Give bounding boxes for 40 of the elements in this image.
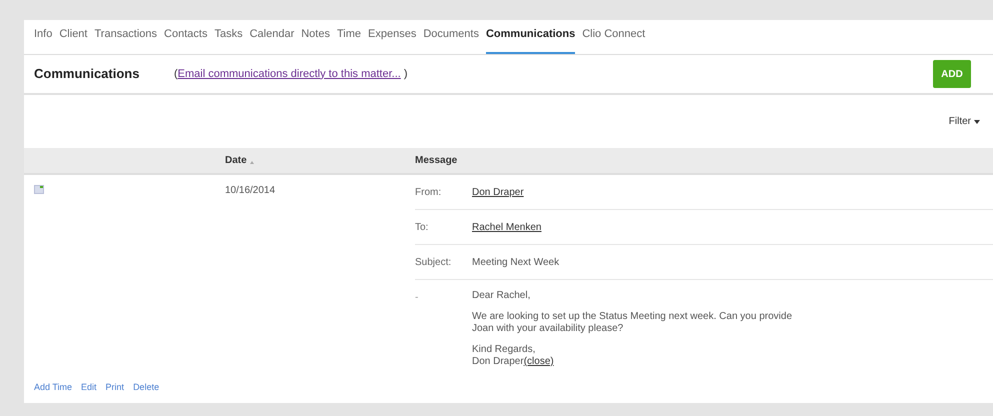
action-link[interactable]: Edit [81,380,97,394]
tab[interactable]: Info [34,26,52,54]
tab[interactable]: Calendar [250,26,294,54]
message-paragraph: Dear Rachel, [472,290,532,302]
tab[interactable]: Notes [301,26,330,54]
contact-link[interactable]: Rachel Menken [472,220,542,234]
field-value: Meeting Next Week [472,256,560,270]
message-paragraph: We are looking to set up the Status Meeting next week. Can you provide Joan with your availability please? [472,311,793,335]
tab[interactable]: Tasks [214,26,243,54]
message-paragraph: Kind Regards, [472,344,536,356]
column-header: Message [415,154,458,168]
parenthesis: ( [174,66,178,82]
parenthesis: ) [404,66,408,82]
add-button[interactable]: ADD [933,60,971,88]
tab[interactable]: Communications [486,26,576,54]
tab[interactable]: Documents [423,26,479,54]
field-label: - [415,291,420,305]
field-label: To: [415,220,430,234]
sort-icon [250,161,254,164]
signature-text: Don Draper [472,356,524,368]
email-link[interactable]: Email communications directly to this matter... [178,66,401,82]
column-header: Date [225,154,247,168]
action-link[interactable]: Print [106,380,124,394]
action-link[interactable]: Delete [133,380,160,394]
tab[interactable]: Contacts [164,26,208,54]
contact-link[interactable]: Don Draper [472,184,524,200]
tab[interactable]: Clio Connect [582,26,646,54]
email-icon [34,185,44,194]
action-link[interactable]: Add Time [34,380,72,394]
tab[interactable]: Client [59,26,88,54]
field-label: Subject: [415,256,452,270]
field-label: From: [415,186,442,200]
date-cell-text: 10/16/2014 [225,184,276,198]
caret-icon [974,120,980,124]
page-title: Communications [34,65,140,84]
close-link[interactable]: (close) [524,356,554,368]
tab[interactable]: Expenses [368,26,416,54]
tab[interactable]: Transactions [94,26,158,54]
tab[interactable]: Time [336,26,362,54]
filter-dropdown[interactable]: Filter [948,114,980,129]
